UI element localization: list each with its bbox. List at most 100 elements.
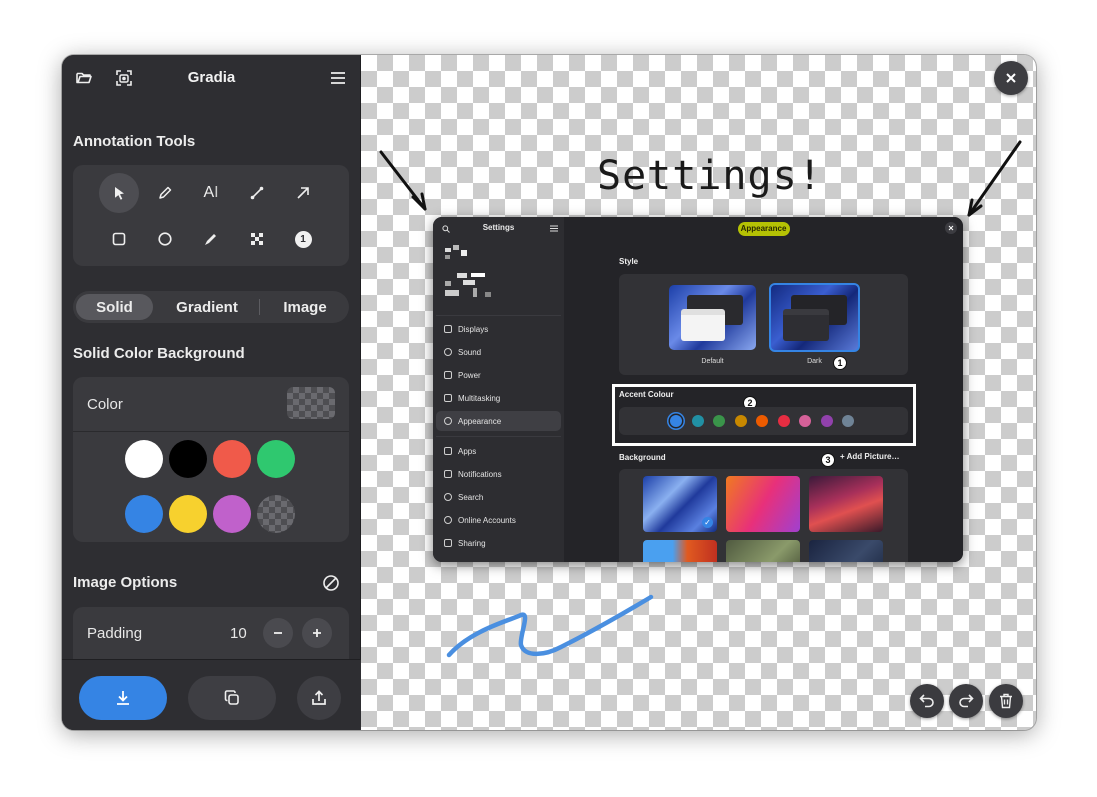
display-icon <box>444 325 452 333</box>
delete-button[interactable] <box>989 684 1023 718</box>
line-tool-button[interactable] <box>237 173 277 213</box>
share-button[interactable] <box>297 676 341 720</box>
tab-gradient[interactable]: Gradient <box>161 294 253 320</box>
nav-power[interactable]: Power <box>436 365 561 385</box>
wallpaper-pattern[interactable] <box>643 540 717 562</box>
swatch-yellow[interactable] <box>169 495 207 533</box>
accent-teal[interactable] <box>692 415 704 427</box>
number-tool-button[interactable]: 1 <box>283 219 323 259</box>
settings-close-button[interactable] <box>945 222 957 234</box>
rectangle-tool-button[interactable] <box>99 219 139 259</box>
text-cursor-icon: AI <box>203 184 219 201</box>
accent-red[interactable] <box>778 415 790 427</box>
nav-label: Sound <box>458 347 482 357</box>
wallpaper-night[interactable] <box>809 540 883 562</box>
add-picture-button[interactable]: + Add Picture… <box>840 452 900 461</box>
app-title: Gradia <box>187 69 236 86</box>
highlighter-tool-button[interactable] <box>191 219 231 259</box>
copy-button[interactable] <box>188 676 276 720</box>
padding-increase-button[interactable] <box>302 618 332 648</box>
accent-purple[interactable] <box>821 415 833 427</box>
swatch-purple[interactable] <box>213 495 251 533</box>
style-label: Style <box>619 257 639 266</box>
number-badge-icon: 1 <box>294 230 312 248</box>
nav-label: Notifications <box>458 469 502 479</box>
wallpaper-blobs[interactable]: ✓ <box>643 476 717 532</box>
selected-check-icon: ✓ <box>702 517 713 528</box>
nav-sound[interactable]: Sound <box>436 342 561 362</box>
undo-icon <box>919 694 934 708</box>
pixelate-icon <box>251 233 263 245</box>
power-icon <box>444 371 452 379</box>
select-tool-button[interactable] <box>99 173 139 213</box>
style-default-preview[interactable] <box>669 285 756 350</box>
redo-button[interactable] <box>949 684 983 718</box>
nav-apps[interactable]: Apps <box>436 441 561 461</box>
swatch-black[interactable] <box>169 440 207 478</box>
nav-sharing[interactable]: Sharing <box>436 533 561 553</box>
bell-icon <box>444 470 452 478</box>
reset-options-button[interactable] <box>322 574 342 594</box>
save-button[interactable] <box>79 676 167 720</box>
padding-decrease-button[interactable] <box>263 618 293 648</box>
right-arrow <box>967 140 1022 217</box>
tab-image[interactable]: Image <box>265 294 345 320</box>
swatch-transparent[interactable] <box>257 495 295 533</box>
settings-screenshot: Settings Displays Sound Power Multitaski… <box>433 217 963 562</box>
undo-button[interactable] <box>910 684 944 718</box>
step-badge-3: 3 <box>821 453 835 467</box>
tab-solid[interactable]: Solid <box>76 294 153 320</box>
background-grid: ✓ <box>619 469 908 562</box>
color-label: Color <box>87 396 123 413</box>
multitasking-icon <box>444 394 452 402</box>
padding-value: 10 <box>230 625 247 642</box>
nav-appearance[interactable]: Appearance <box>436 411 561 431</box>
accent-pink[interactable] <box>799 415 811 427</box>
arrow-tool-button[interactable] <box>283 173 323 213</box>
accent-yellow[interactable] <box>735 415 747 427</box>
accent-green[interactable] <box>713 415 725 427</box>
swatch-red[interactable] <box>213 440 251 478</box>
nav-notifications[interactable]: Notifications <box>436 464 561 484</box>
style-card: Default Dark 1 <box>619 274 908 375</box>
copy-icon <box>224 690 239 705</box>
download-icon <box>117 691 129 705</box>
current-color-preview[interactable] <box>287 387 335 419</box>
wallpaper-gradient[interactable] <box>726 476 800 532</box>
accent-orange[interactable] <box>756 415 768 427</box>
redo-icon <box>959 694 974 708</box>
wallpaper-plants[interactable] <box>726 540 800 562</box>
swatch-green[interactable] <box>257 440 295 478</box>
plus-icon <box>313 629 321 637</box>
main-menu-button[interactable] <box>324 64 352 92</box>
share-icon <box>444 539 452 547</box>
style-default-label: Default <box>701 358 724 365</box>
nav-multitasking[interactable]: Multitasking <box>436 388 561 408</box>
accent-blue[interactable] <box>670 415 682 427</box>
nav-displays[interactable]: Displays <box>436 319 561 339</box>
nav-label: Appearance <box>458 416 502 426</box>
style-dark-preview[interactable] <box>769 283 860 352</box>
search-icon <box>444 493 452 501</box>
nav-search[interactable]: Search <box>436 487 561 507</box>
color-card: Color <box>73 377 349 542</box>
settings-main: Appearance Style Default Dark 1 Accent C… <box>564 217 963 562</box>
pen-tool-button[interactable] <box>145 173 185 213</box>
nav-label: Displays <box>458 324 489 334</box>
image-canvas[interactable]: Settings! Settings Displays Sound Power … <box>361 55 1036 730</box>
annotation-tools-heading: Annotation Tools <box>73 133 196 150</box>
nav-online-accounts[interactable]: Online Accounts <box>436 510 561 530</box>
plus-icon: + <box>840 452 847 461</box>
swatch-white[interactable] <box>125 440 163 478</box>
text-tool-button[interactable]: AI <box>191 173 231 213</box>
nav-label: Online Accounts <box>458 515 516 525</box>
pixelated-area <box>443 245 503 305</box>
pencil-icon <box>159 186 172 199</box>
swatch-blue[interactable] <box>125 495 163 533</box>
wallpaper-waves[interactable] <box>809 476 883 532</box>
segment-divider <box>259 299 260 315</box>
circle-tool-button[interactable] <box>145 219 185 259</box>
accent-slate[interactable] <box>842 415 854 427</box>
pixelate-tool-button[interactable] <box>237 219 277 259</box>
highlighter-icon <box>205 234 216 245</box>
